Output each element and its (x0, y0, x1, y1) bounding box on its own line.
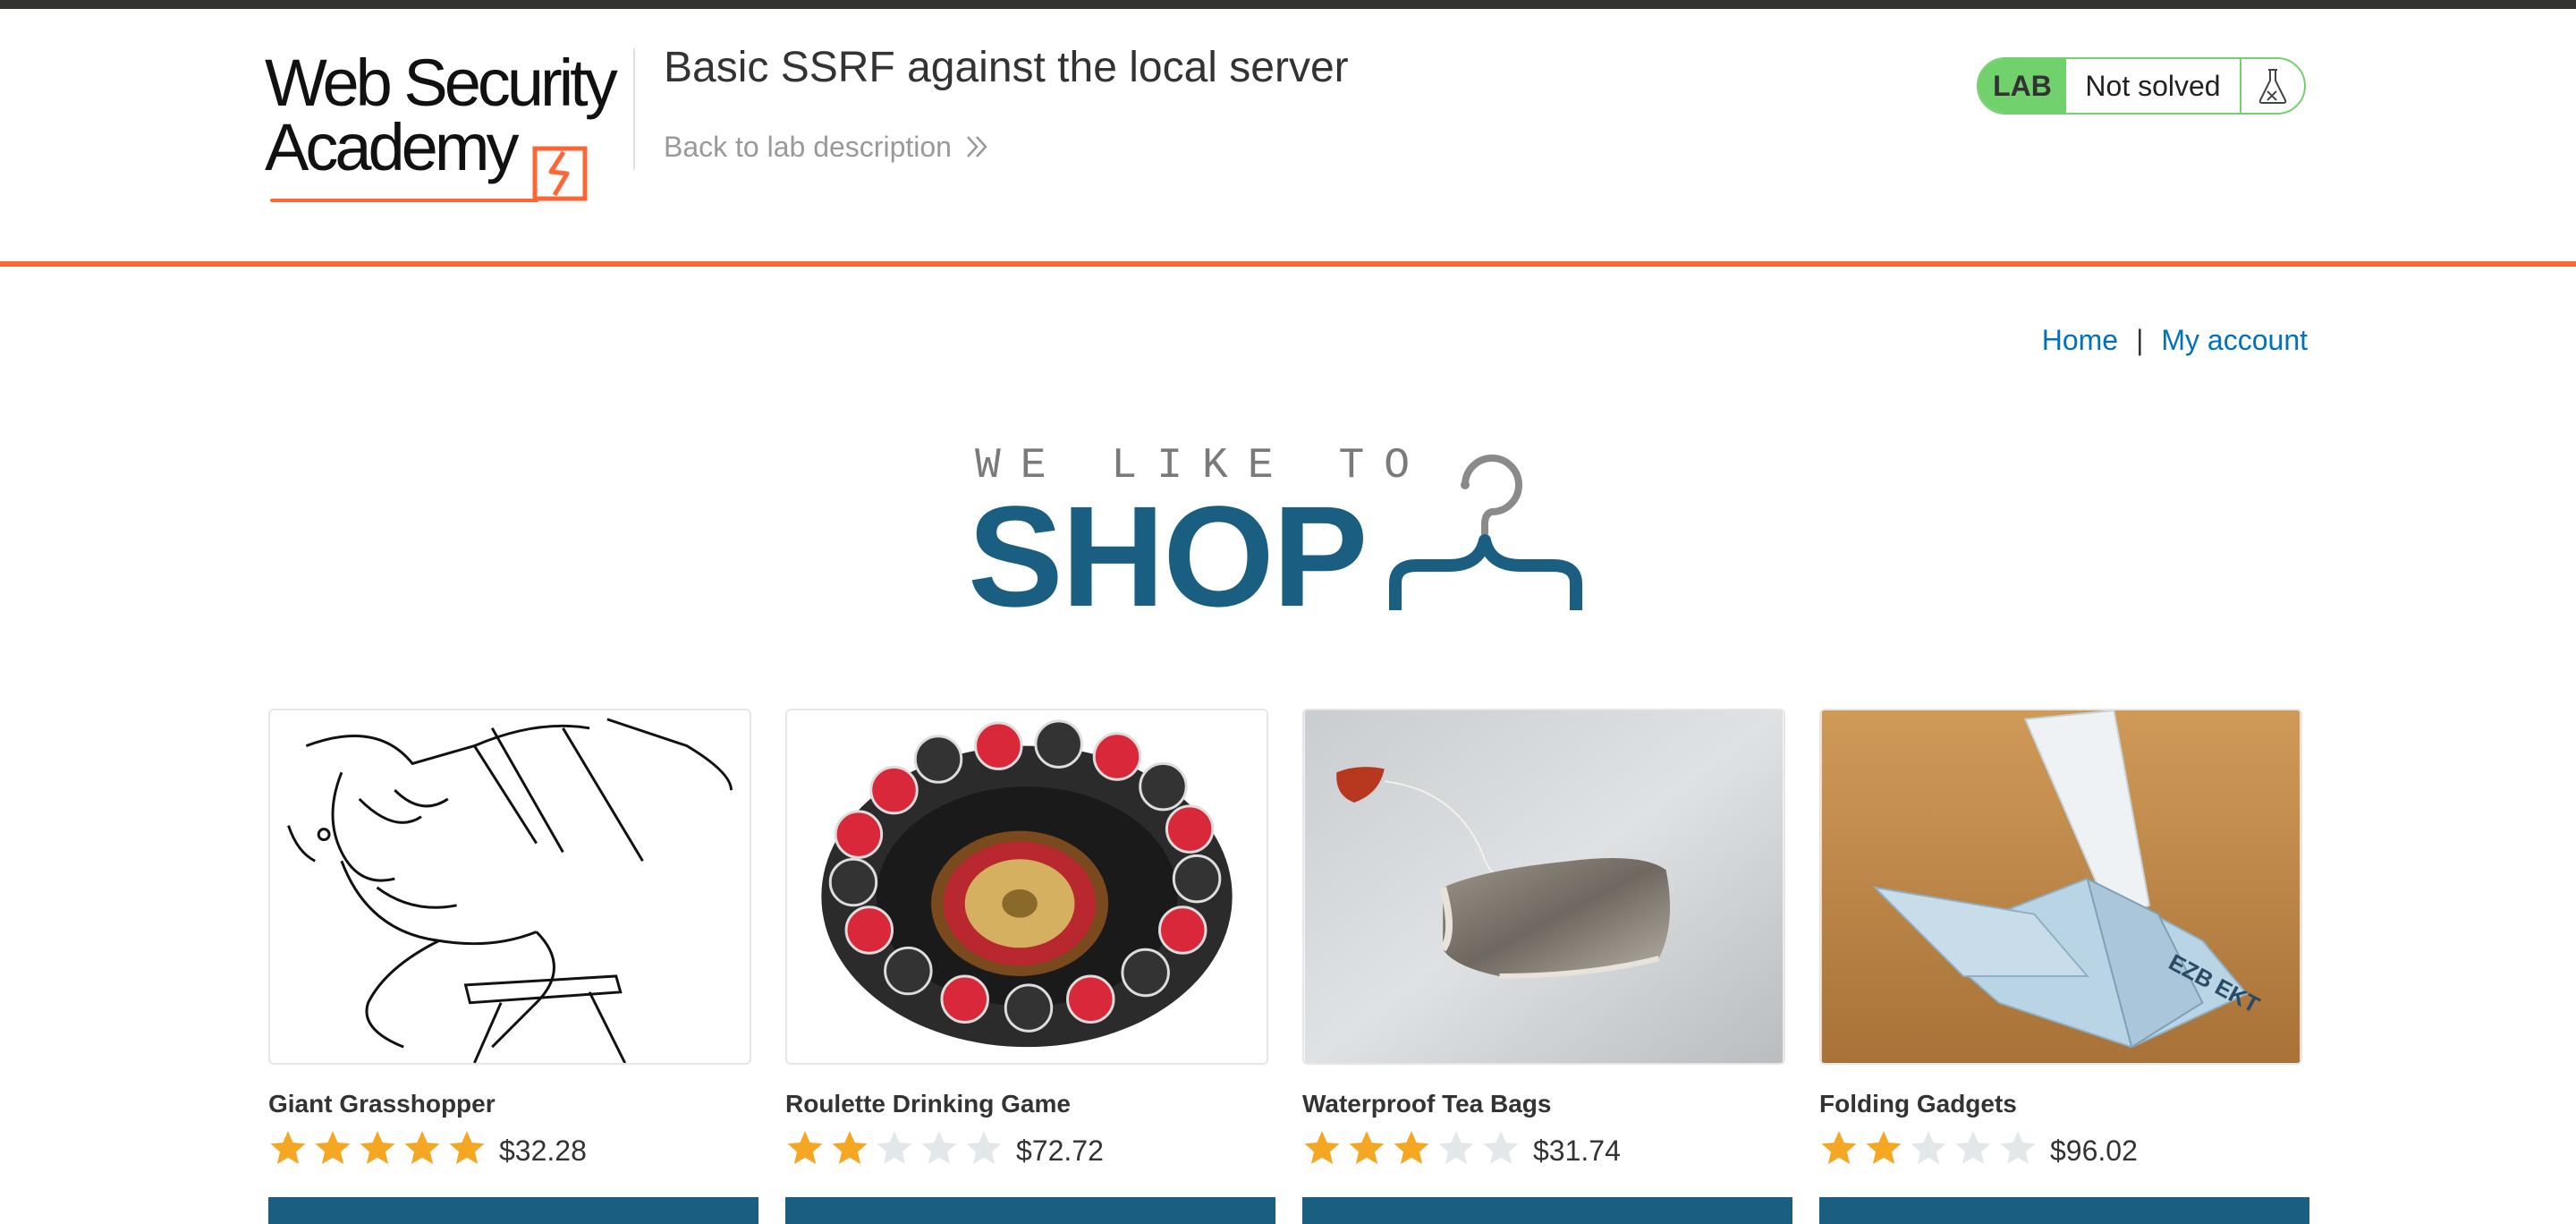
lab-title: Basic SSRF against the local server (664, 44, 1349, 91)
star-filled-icon (1821, 1130, 1857, 1164)
star-filled-icon (360, 1130, 395, 1164)
product-price: $96.02 (2050, 1135, 2138, 1167)
product-rating: $31.74 (1302, 1127, 1621, 1168)
product-card: Giant Grasshopper $32.28 (268, 709, 758, 1224)
product-image-folding-gadgets[interactable]: EZB EKT (1819, 709, 2302, 1065)
product-price: $31.74 (1533, 1135, 1621, 1167)
product-rating: $72.72 (785, 1127, 1104, 1168)
product-name: Folding Gadgets (1819, 1090, 2017, 1118)
hero-title: SHOP (968, 476, 1368, 636)
product-rating: $96.02 (1819, 1127, 2138, 1168)
nav-separator: | (2136, 324, 2144, 356)
product-grid: Giant Grasshopper $32.28 Roulette Drinki… (268, 709, 2309, 1224)
logo-text-line2: Academy (265, 110, 519, 184)
product-image-grasshopper[interactable] (268, 709, 751, 1065)
lab-header: Web Security Academy Basic SSRF against … (0, 9, 2576, 263)
star-filled-icon (270, 1130, 306, 1164)
star-filled-icon (1349, 1130, 1385, 1164)
view-details-button[interactable] (785, 1197, 1275, 1224)
product-name: Roulette Drinking Game (785, 1090, 1071, 1118)
header-divider (633, 48, 635, 170)
flask-icon (2241, 59, 2304, 113)
double-chevron-right-icon (967, 136, 987, 157)
product-name: Waterproof Tea Bags (1302, 1090, 1552, 1118)
star-filled-icon (787, 1130, 823, 1164)
star-filled-icon (449, 1130, 485, 1164)
my-account-link[interactable]: My account (2161, 320, 2308, 360)
star-filled-icon (1304, 1130, 1340, 1164)
product-name: Giant Grasshopper (268, 1090, 496, 1118)
top-strip (0, 0, 2576, 9)
logo-underline (270, 199, 538, 202)
rating-stars (785, 1128, 1004, 1168)
star-filled-icon (832, 1130, 868, 1164)
view-details-button[interactable] (268, 1197, 758, 1224)
product-price: $32.28 (499, 1135, 587, 1167)
product-image-tea-bags[interactable] (1302, 709, 1785, 1065)
star-empty-icon (966, 1130, 1002, 1164)
view-details-button[interactable] (1819, 1197, 2309, 1224)
rating-stars (268, 1128, 487, 1168)
lab-badge: LAB (1979, 59, 2066, 113)
back-to-lab-description-link[interactable]: Back to lab description (664, 129, 993, 165)
star-filled-icon (1866, 1130, 1902, 1164)
product-card: Roulette Drinking Game $72.72 (785, 709, 1275, 1224)
back-link-label: Back to lab description (664, 131, 952, 163)
star-empty-icon (921, 1130, 957, 1164)
logo-bolt-icon (532, 146, 588, 201)
star-empty-icon (1438, 1130, 1474, 1164)
product-rating: $32.28 (268, 1127, 587, 1168)
logo-text-line1: Web Security (265, 46, 618, 120)
star-filled-icon (404, 1130, 440, 1164)
header-orange-rule (0, 261, 2576, 267)
view-details-button[interactable] (1302, 1197, 1792, 1224)
home-link[interactable]: Home (2042, 320, 2118, 360)
product-card: EZB EKT Folding Gadgets $96.02 (1819, 709, 2309, 1224)
lab-status-text: Not solved (2066, 59, 2241, 113)
star-empty-icon (1911, 1130, 1946, 1164)
star-empty-icon (877, 1130, 912, 1164)
star-empty-icon (1483, 1130, 1519, 1164)
star-empty-icon (2000, 1130, 2036, 1164)
top-navigation: Home | My account (2042, 320, 2308, 360)
web-security-academy-logo[interactable]: Web Security Academy (265, 41, 628, 202)
product-card: Waterproof Tea Bags $31.74 (1302, 709, 1792, 1224)
rating-stars (1819, 1128, 2038, 1168)
product-price: $72.72 (1016, 1135, 1104, 1167)
rating-stars (1302, 1128, 1521, 1168)
shop-hero-banner: WE LIKE TO SHOP (966, 438, 1610, 628)
star-filled-icon (315, 1130, 351, 1164)
star-filled-icon (1394, 1130, 1429, 1164)
product-image-roulette[interactable] (785, 709, 1268, 1065)
hanger-icon (1389, 455, 1582, 610)
star-empty-icon (1955, 1130, 1991, 1164)
lab-status-widget: LAB Not solved (1977, 57, 2306, 115)
